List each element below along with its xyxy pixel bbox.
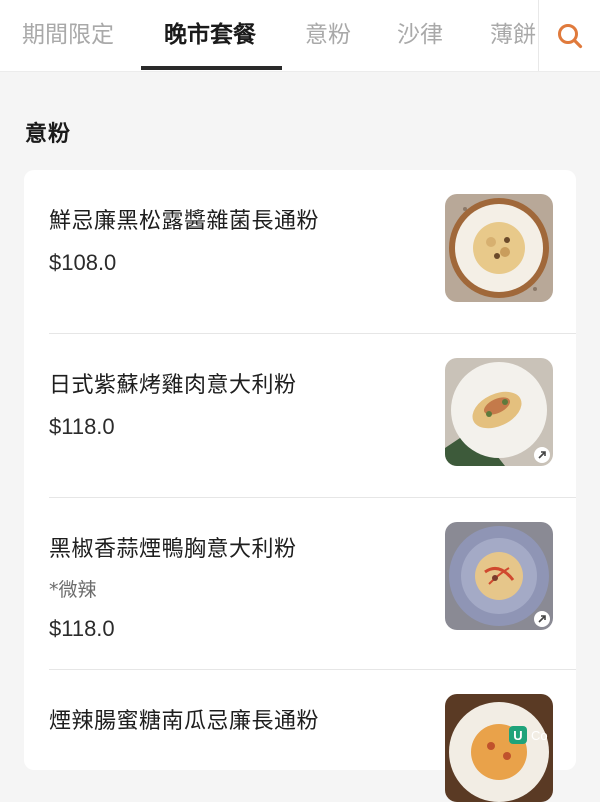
expand-icon xyxy=(534,611,550,627)
search-icon xyxy=(558,23,583,48)
menu-item-list: 鮮忌廉黑松露醬雜菌長通粉 $108.0 日式紫蘇烤雞肉意大利粉 $118.0 黑… xyxy=(24,170,576,802)
section-title: 意粉 xyxy=(25,122,72,147)
menu-item[interactable]: 鮮忌廉黑松露醬雜菌長通粉 $108.0 xyxy=(24,170,576,334)
expand-icon xyxy=(534,447,550,463)
tab-pasta[interactable]: 意粉 xyxy=(305,0,351,71)
menu-item[interactable]: 煙辣腸蜜糖南瓜忌廉長通粉 xyxy=(24,670,576,802)
tab-pizza[interactable]: 薄餅 xyxy=(490,0,536,71)
item-photo[interactable] xyxy=(445,194,553,302)
pasta-dish-image xyxy=(445,194,553,302)
item-photo[interactable] xyxy=(445,522,553,630)
item-name: 鮮忌廉黑松露醬雜菌長通粉 xyxy=(49,209,320,234)
watermark: U Co xyxy=(509,725,548,745)
item-photo[interactable] xyxy=(445,358,553,466)
top-navigation-bar: 期間限定 晚市套餐 意粉 沙律 薄餅 xyxy=(0,0,600,72)
item-name: 日式紫蘇烤雞肉意大利粉 xyxy=(49,373,297,398)
search-divider xyxy=(538,0,539,71)
item-price: $118.0 xyxy=(49,414,115,439)
item-price: $108.0 xyxy=(49,250,117,275)
menu-item[interactable]: 黑椒香蒜煙鴨胸意大利粉 *微辣 $118.0 xyxy=(24,498,576,670)
item-note: *微辣 xyxy=(49,579,97,601)
watermark-logo: U xyxy=(509,726,527,744)
item-photo[interactable] xyxy=(445,694,553,802)
tab-salad[interactable]: 沙律 xyxy=(397,0,443,71)
tab-dinner-set[interactable]: 晚市套餐 xyxy=(164,0,256,71)
tab-limited-time[interactable]: 期間限定 xyxy=(22,0,114,71)
active-tab-indicator xyxy=(141,66,282,70)
item-price: $118.0 xyxy=(49,616,115,641)
watermark-text: Co xyxy=(531,727,548,743)
menu-item[interactable]: 日式紫蘇烤雞肉意大利粉 $118.0 xyxy=(24,334,576,498)
pasta-dish-image xyxy=(445,694,553,802)
category-tabs: 期間限定 晚市套餐 意粉 沙律 薄餅 xyxy=(0,0,538,71)
item-name: 黑椒香蒜煙鴨胸意大利粉 xyxy=(49,537,297,562)
search-button[interactable] xyxy=(540,0,600,71)
item-name: 煙辣腸蜜糖南瓜忌廉長通粉 xyxy=(49,709,320,734)
